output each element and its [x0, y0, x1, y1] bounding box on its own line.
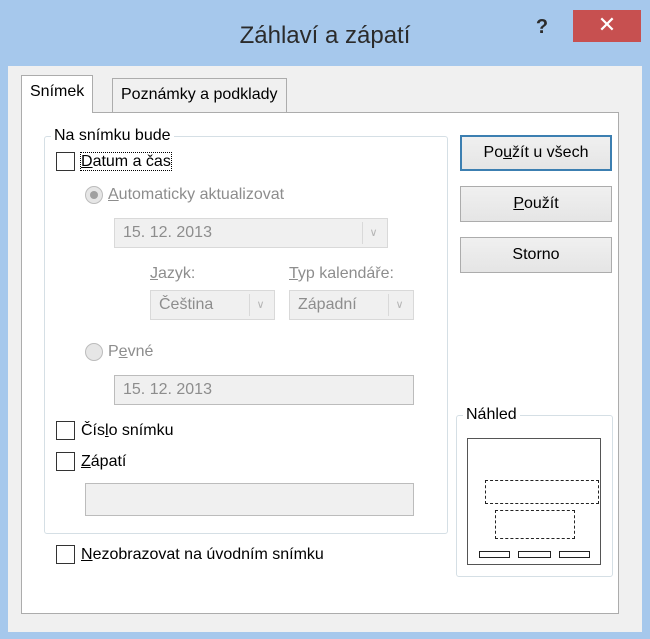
calendar-type-label: Typ kalendáře: [289, 265, 394, 282]
preview-label: Náhled [463, 405, 520, 425]
number-placeholder [559, 551, 590, 558]
language-label: Jazyk: [150, 265, 196, 282]
title-placeholder [485, 480, 599, 504]
calendar-type-combo[interactable]: Západní ∨ [289, 290, 414, 320]
close-button[interactable]: ✕ [573, 10, 641, 42]
fixed-radio[interactable]: Pevné [85, 342, 153, 362]
checkbox-box[interactable] [56, 452, 75, 472]
language-combo[interactable]: Čeština ∨ [150, 290, 275, 320]
footer-checkbox[interactable]: Zápatí [56, 452, 126, 472]
dialog-client: Snímek Poznámky a podklady Na snímku bud… [8, 66, 642, 632]
footer-input[interactable] [85, 483, 414, 516]
checkbox-box[interactable] [56, 421, 75, 441]
tab-notes-handouts[interactable]: Poznámky a podklady [112, 78, 287, 112]
fixed-label: Pevné [108, 343, 154, 360]
auto-date-value: 15. 12. 2013 [123, 224, 212, 241]
preview-slide-thumbnail [467, 438, 601, 565]
auto-update-label: Automaticky aktualizovat [108, 186, 285, 203]
footer-placeholder [518, 551, 551, 558]
checkbox-box[interactable] [56, 545, 75, 565]
calendar-type-value: Západní [298, 296, 357, 313]
content-placeholder [495, 510, 575, 539]
auto-update-radio[interactable]: Automaticky aktualizovat [85, 185, 284, 205]
apply-all-button[interactable]: Použít u všech [460, 135, 612, 171]
dialog-window: Záhlaví a zápatí ? ✕ Snímek Poznámky a p… [0, 0, 650, 639]
date-time-label: Datum a čas [80, 152, 172, 171]
title-bar: Záhlaví a zápatí ? ✕ [0, 0, 650, 66]
radio-unselected[interactable] [85, 342, 103, 361]
dont-show-title-checkbox[interactable]: Nezobrazovat na úvodním snímku [56, 545, 324, 565]
group-label: Na snímku bude [51, 126, 174, 146]
slide-number-label: Číslo snímku [81, 422, 174, 439]
language-value: Čeština [159, 296, 214, 313]
chevron-down-icon[interactable]: ∨ [388, 294, 410, 316]
cancel-button[interactable]: Storno [460, 237, 612, 273]
apply-button[interactable]: Použít [460, 186, 612, 222]
fixed-date-input[interactable]: 15. 12. 2013 [114, 375, 414, 405]
slide-number-checkbox[interactable]: Číslo snímku [56, 421, 173, 441]
checkbox-box[interactable] [56, 152, 75, 172]
preview-group: Náhled [456, 405, 613, 577]
chevron-down-icon[interactable]: ∨ [249, 294, 271, 316]
chevron-down-icon[interactable]: ∨ [362, 222, 384, 244]
dont-show-title-label: Nezobrazovat na úvodním snímku [81, 546, 324, 563]
auto-date-combo[interactable]: 15. 12. 2013 ∨ [114, 218, 388, 248]
radio-selected[interactable] [85, 185, 103, 204]
help-button[interactable]: ? [527, 14, 557, 44]
close-icon: ✕ [597, 12, 617, 37]
tab-slide[interactable]: Snímek [21, 75, 94, 113]
footer-label: Zápatí [81, 453, 127, 470]
date-placeholder [479, 551, 510, 558]
date-time-checkbox[interactable]: Datum a čas [56, 152, 172, 172]
